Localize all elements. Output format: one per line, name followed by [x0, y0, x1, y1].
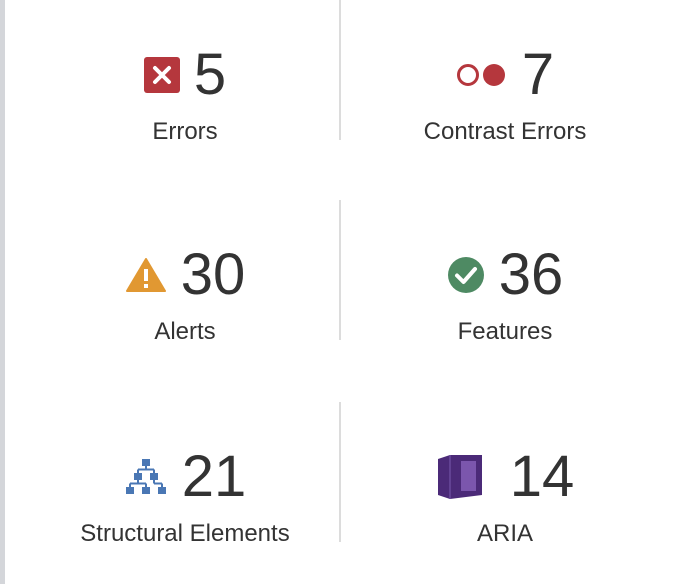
summary-errors[interactable]: 5 Errors	[20, 40, 350, 150]
alerts-count: 30	[180, 242, 246, 307]
errors-count-row: 5	[143, 40, 227, 110]
contrast-errors-count-row: 7	[456, 40, 554, 110]
check-circle-icon	[447, 256, 485, 294]
contrast-errors-count: 7	[521, 42, 555, 107]
alerts-count-row: 30	[125, 240, 246, 310]
error-x-icon	[143, 57, 180, 93]
contrast-circles-icon	[456, 62, 508, 88]
aria-label: ARIA	[476, 520, 533, 547]
aria-count: 14	[509, 444, 575, 509]
summary-aria[interactable]: 14 ARIA	[340, 442, 670, 552]
hierarchy-icon	[124, 457, 168, 497]
errors-label: Errors	[152, 118, 218, 145]
structural-elements-label: Structural Elements	[80, 520, 290, 547]
summary-features[interactable]: 36 Features	[340, 240, 670, 350]
aria-count-row: 14	[436, 442, 575, 512]
structural-elements-count-row: 21	[124, 442, 247, 512]
features-count-row: 36	[447, 240, 564, 310]
alerts-label: Alerts	[154, 318, 216, 345]
summary-contrast-errors[interactable]: 7 Contrast Errors	[340, 40, 670, 150]
aria-cube-icon	[436, 455, 484, 499]
features-label: Features	[457, 318, 553, 345]
features-count: 36	[498, 242, 564, 307]
structural-elements-count: 21	[181, 444, 247, 509]
summary-alerts[interactable]: 30 Alerts	[20, 240, 350, 350]
contrast-errors-label: Contrast Errors	[423, 118, 587, 145]
warning-triangle-icon	[125, 257, 167, 293]
panel-left-border	[0, 0, 5, 584]
summary-structural-elements[interactable]: 21 Structural Elements	[20, 442, 350, 552]
errors-count: 5	[193, 42, 227, 107]
